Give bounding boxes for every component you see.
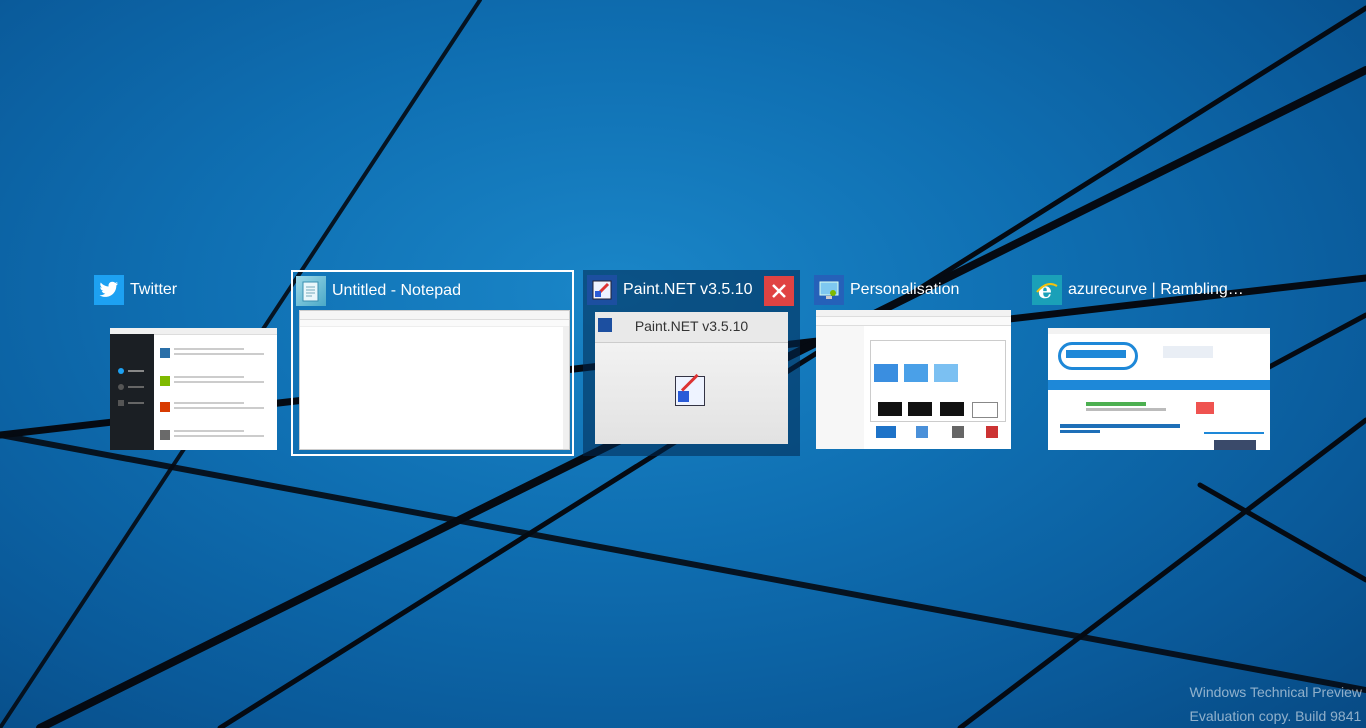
internet-explorer-icon: e: [1032, 275, 1062, 305]
paint-net-icon: [587, 275, 617, 305]
window-title: azurecurve | Ramblings ...: [1068, 281, 1248, 298]
window-card-personalisation[interactable]: Personalisation: [810, 270, 1020, 456]
thumbnail-title: Paint.NET v3.5.10: [634, 318, 749, 334]
window-card-internet-explorer[interactable]: e azurecurve | Ramblings ...: [1028, 270, 1270, 456]
watermark-line-2: Evaluation copy. Build 9841: [1189, 708, 1362, 724]
window-card-twitter[interactable]: Twitter: [90, 270, 280, 456]
window-title: Twitter: [130, 281, 178, 298]
personalisation-icon: [814, 275, 844, 305]
window-title: Personalisation: [850, 281, 960, 298]
window-header: Paint.NET v3.5.10: [587, 275, 753, 305]
paint-net-logo: [675, 373, 705, 406]
window-header: Personalisation: [814, 275, 960, 305]
window-thumbnail: [1048, 328, 1270, 450]
watermark-line-1: Windows Technical Preview: [1189, 684, 1362, 700]
window-thumbnail: Paint.NET v3.5.10: [595, 312, 788, 444]
close-window-button[interactable]: [764, 276, 794, 306]
notepad-icon: [296, 276, 326, 306]
window-title: Paint.NET v3.5.10: [623, 281, 753, 298]
window-thumbnail: [299, 310, 570, 450]
window-header: e azurecurve | Ramblings ...: [1032, 275, 1248, 305]
window-title: Untitled - Notepad: [332, 282, 461, 299]
windows-watermark: Windows Technical Preview Evaluation cop…: [1190, 680, 1362, 728]
window-card-paint-net[interactable]: Paint.NET v3.5.10 Paint.NET v3.5.10: [583, 270, 800, 456]
window-header: Twitter: [94, 275, 178, 305]
window-card-notepad[interactable]: Untitled - Notepad: [291, 270, 574, 456]
close-icon: [772, 284, 786, 298]
window-thumbnail: [110, 328, 277, 450]
window-header: Untitled - Notepad: [296, 276, 461, 306]
twitter-icon: [94, 275, 124, 305]
task-switcher: Twitter Untitled - Notepad Paint.NET v3.…: [0, 270, 1366, 460]
window-thumbnail: [816, 310, 1011, 449]
